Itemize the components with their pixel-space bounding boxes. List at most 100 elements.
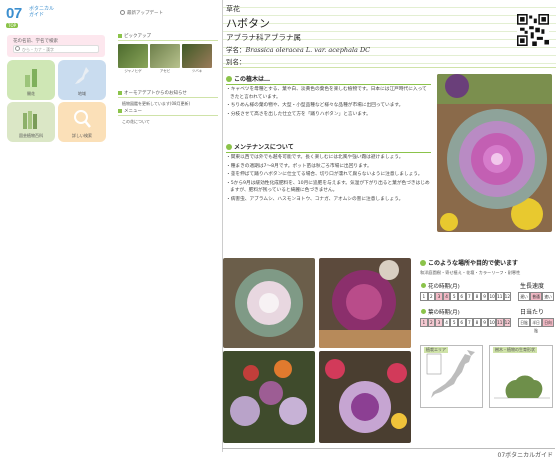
- news-section: オーモアデプトからのお知らせ 植物図鑑を更新しています(08月更新): [118, 90, 218, 107]
- plant-icon: [25, 69, 37, 87]
- growth-levels: 遅い 普通 速い: [518, 292, 554, 301]
- site-logo[interactable]: 07 ボタニカル ガイド TOP: [6, 5, 66, 31]
- tile-encyclopedia[interactable]: 園芸植物百科: [7, 102, 55, 142]
- month-cell: 10: [488, 318, 496, 327]
- japan-map-icon: [426, 350, 475, 398]
- month-cell: 11: [495, 318, 504, 327]
- month-cell: 5: [450, 292, 458, 301]
- month-cell: 2: [427, 318, 436, 327]
- month-cell: 12: [503, 292, 512, 301]
- japan-map-icon: [75, 67, 89, 84]
- sun-levels: 日陰 半日陰 日向: [518, 318, 554, 333]
- flower-season-row: 花の時期(月) 生長速度 1 2 3 4 5 6 7 8 9 10 11 12 遅い 普通 速い: [420, 282, 554, 302]
- level-cell: 日向: [542, 318, 554, 327]
- month-cell: 6: [457, 292, 466, 301]
- footer-brand: 07ボタニカルガイド: [497, 452, 553, 459]
- menu-heading: メニュー: [118, 108, 218, 116]
- footer-divider: [222, 448, 555, 449]
- planting-area-map: 植栽エリア: [420, 345, 483, 408]
- about-item: ・分枝させて高さを出した仕立て方を「踊りハボタン」と言います。: [226, 111, 371, 117]
- alias: 別名：: [226, 58, 246, 66]
- logo-text: ボタニカル ガイド: [29, 6, 55, 18]
- tile-region[interactable]: 地域: [58, 60, 106, 100]
- main-plant-photo[interactable]: [437, 74, 552, 232]
- level-cell: 遅い: [518, 292, 530, 301]
- month-cell: 12: [503, 318, 512, 327]
- plant-family: アブラナ科アブラナ属: [226, 33, 301, 42]
- plant-photo-3[interactable]: [223, 351, 315, 443]
- month-cell: 11: [495, 292, 504, 301]
- about-item: ・キャベツを母種とする、葉や白、淡黄色の葉色を楽しむ植物です。日本には江戸時代に…: [226, 87, 427, 100]
- books-icon: [23, 111, 37, 129]
- month-cell: 2: [427, 292, 436, 301]
- plant-category: 草花: [226, 5, 240, 13]
- month-cell: 4: [442, 292, 451, 301]
- latest-update-link[interactable]: 最新アップデート: [120, 10, 163, 16]
- growth-shape-panel: 樹木・植物の生育形状: [489, 345, 553, 408]
- level-cell: 速い: [542, 292, 554, 301]
- area-map-label: 植栽エリア: [424, 347, 448, 353]
- plant-detail: 草花 ハボタン アブラナ科アブラナ属 学名：Brassica oleracea …: [222, 0, 556, 452]
- qr-code-icon[interactable]: [517, 14, 549, 46]
- tile-bloom[interactable]: 開花: [7, 60, 55, 100]
- level-cell: 半日陰: [530, 318, 542, 333]
- month-cell: 5: [450, 318, 458, 327]
- top-badge[interactable]: TOP: [6, 23, 19, 28]
- maintenance-item: ・種まきの適期は7〜8月です。ポット苗は秋ごろ市場に出回ります。: [226, 163, 372, 169]
- leaf-season-row: 葉の時期(月) 日当たり 1 2 3 4 5 6 7 8 9 10 11 12 日陰 半日陰 日向: [420, 308, 554, 333]
- leaf-season-label: 葉の時期(月): [421, 308, 460, 316]
- month-cell: 6: [457, 318, 466, 327]
- plant-photo-4[interactable]: [319, 351, 411, 443]
- about-item: ・ちりめん様の葉の物や、大型・小型品種など様々な品種が市場に出回っています。: [226, 103, 404, 109]
- maintenance-item: ・茎を伸ばて踊りハボタンに仕立てる場合、切り口が濡れて腐らないように注意しましょ…: [226, 172, 423, 178]
- leaf-months: 1 2 3 4 5 6 7 8 9 10 11 12: [420, 318, 512, 327]
- pickup-heading: ピックアップ: [118, 33, 218, 41]
- news-item[interactable]: 植物図鑑を更新しています(08月更新): [118, 101, 218, 107]
- search-input[interactable]: ひら・カナ・漢字: [13, 45, 99, 53]
- month-cell: 3: [435, 292, 443, 301]
- menu-section: メニュー この花について: [118, 108, 218, 125]
- page: 07 ボタニカル ガイド TOP 花の名前、学名で検索 ひら・カナ・漢字 開花 地…: [0, 0, 559, 462]
- plant-photo-2[interactable]: [319, 258, 411, 348]
- search-panel: 花の名前、学名で検索 ひら・カナ・漢字: [7, 35, 105, 57]
- maintenance-heading: メンテナンスについて: [226, 142, 431, 153]
- maintenance-item: ・病害虫、アブラムシ、ハスモンヨトウ、コナガ、アオムシの害に注意しましょう。: [226, 196, 404, 202]
- plant-photo-1[interactable]: [223, 258, 315, 348]
- menu-item[interactable]: この花について: [118, 119, 218, 125]
- tile-label: 園芸植物百科: [19, 133, 43, 138]
- clock-icon: [120, 10, 125, 15]
- pickup-item[interactable]: ツバキ: [182, 44, 212, 74]
- news-heading: オーモアデプトからのお知らせ: [118, 90, 218, 98]
- tile-label: 詳しい検索: [72, 133, 92, 138]
- magnifier-icon: [74, 110, 91, 128]
- level-cell: 日陰: [518, 318, 530, 327]
- pickup-item[interactable]: ジャノヒゲ: [118, 44, 148, 74]
- flower-season-label: 花の時期(月): [421, 282, 460, 290]
- bush-shape-icon: [494, 375, 550, 399]
- month-cell: 3: [435, 318, 443, 327]
- uses-section: このような場所や目的で使います 和洋庭園樹・寄せ植え・花壇・カラーリーフ・耐寒性…: [420, 258, 554, 333]
- logo-number: 07: [6, 5, 22, 22]
- month-cell: 9: [480, 292, 489, 301]
- month-cell: 7: [465, 318, 474, 327]
- tile-advanced-search[interactable]: 詳しい検索: [58, 102, 106, 142]
- plant-name: ハボタン: [226, 17, 270, 30]
- plant-header: 草花 ハボタン アブラナ科アブラナ属 学名：Brassica oleracea …: [223, 0, 556, 68]
- pickup-section: ピックアップ ジャノヒゲ アセビ ツバキ: [118, 33, 218, 74]
- month-cell: 4: [442, 318, 451, 327]
- scientific-name: 学名：Brassica oleracea L. var. acephala DC: [226, 46, 371, 54]
- growth-label: 生長速度: [520, 283, 545, 290]
- month-cell: 9: [480, 318, 489, 327]
- maintenance-item: ・関東以西では外でも越冬可能です。長く楽しむには北風や強い霜は避けましょう。: [226, 155, 404, 160]
- sun-label: 日当たり: [520, 309, 545, 316]
- level-cell: 普通: [530, 292, 542, 301]
- maintenance-item: ・5から9月は緩効性化成肥料を、10月に追肥を与えます。気温が下がり出ると葉が色…: [226, 180, 430, 194]
- month-cell: 1: [420, 292, 428, 301]
- month-cell: 1: [420, 318, 428, 327]
- month-cell: 7: [465, 292, 474, 301]
- shape-label: 樹木・植物の生育形状: [493, 347, 537, 353]
- month-cell: 8: [473, 318, 481, 327]
- uses-tags: 和洋庭園樹・寄せ植え・花壇・カラーリーフ・耐寒性: [420, 270, 521, 275]
- pickup-item[interactable]: アセビ: [150, 44, 180, 74]
- about-section: この植木は… ・キャベツを母種とする、葉や白、淡黄色の葉色を楽しむ植物です。日本…: [226, 74, 431, 118]
